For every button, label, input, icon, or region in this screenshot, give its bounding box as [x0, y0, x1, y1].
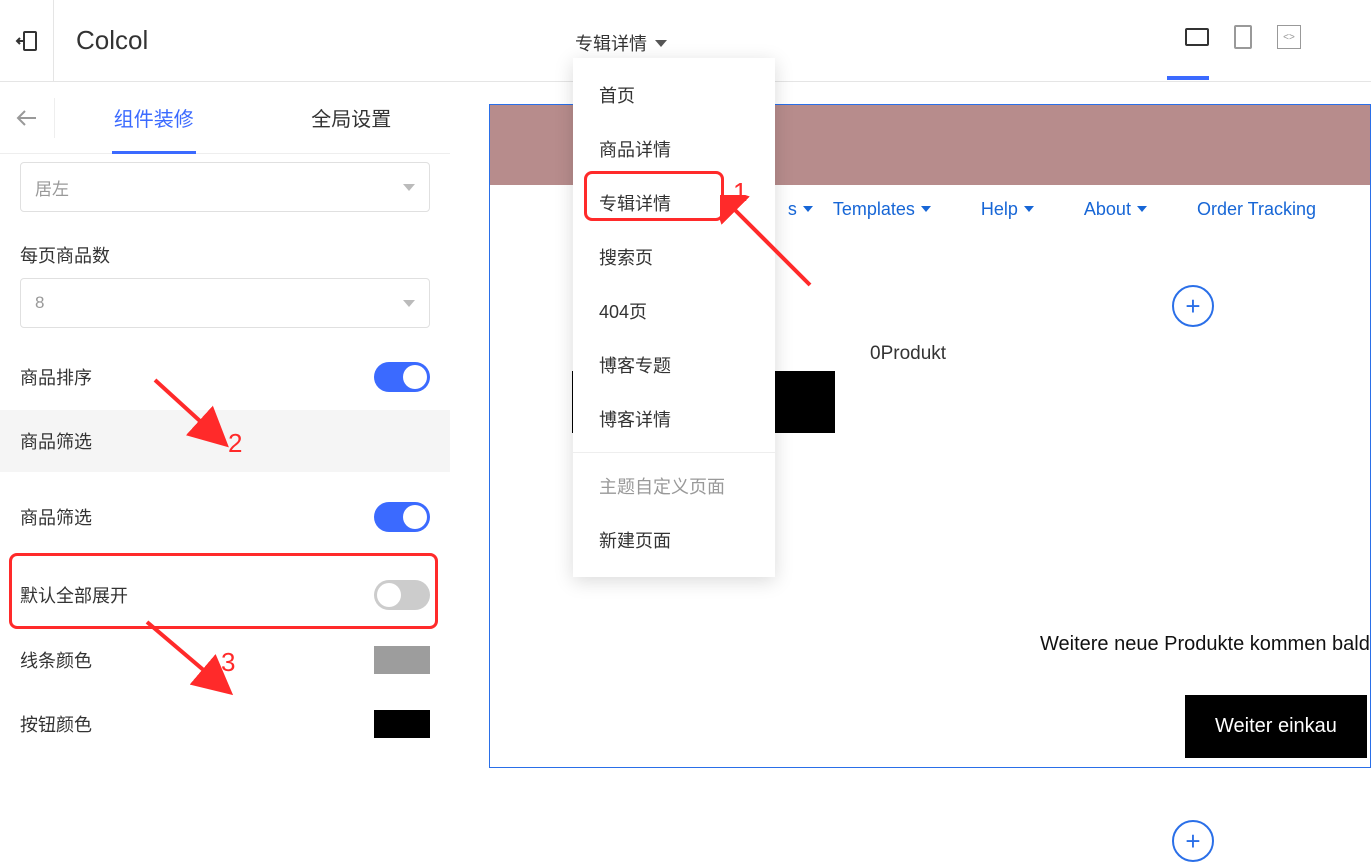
default-expand-label: 默认全部展开: [20, 582, 128, 608]
tablet-icon[interactable]: [1234, 25, 1252, 49]
coming-soon-text: Weitere neue Produkte kommen bald: [1040, 633, 1370, 656]
product-filter-toggle[interactable]: [374, 502, 430, 532]
tab-global[interactable]: 全局设置: [253, 103, 451, 132]
product-sort-row: 商品排序: [0, 344, 450, 410]
button-color-swatch[interactable]: [374, 710, 430, 738]
chevron-down-icon: [921, 206, 931, 212]
nav-item-chev[interactable]: s: [788, 199, 813, 220]
nav-item-templates[interactable]: Templates: [833, 199, 931, 220]
brand-label: Colcol: [76, 25, 148, 56]
dropdown-item-404[interactable]: 404页: [573, 284, 775, 338]
desktop-icon[interactable]: [1185, 28, 1209, 46]
dropdown-item-product-detail[interactable]: 商品详情: [573, 122, 775, 176]
nav-item-help[interactable]: Help: [981, 199, 1034, 220]
continue-shopping-button[interactable]: Weiter einkau: [1185, 695, 1367, 758]
line-color-label: 线条颜色: [20, 647, 92, 673]
dropdown-item-home[interactable]: 首页: [573, 68, 775, 122]
dropdown-item-album-detail[interactable]: 专辑详情: [573, 176, 775, 230]
per-page-select[interactable]: 8: [20, 278, 430, 328]
viewport-active-underline: [1167, 76, 1209, 80]
sidebar: 组件装修 全局设置 居左 每页商品数 8 商品排序 商品筛选 商品筛选 默认全部…: [0, 82, 450, 774]
product-filter-label: 商品筛选: [20, 504, 92, 530]
button-color-label: 按钮颜色: [20, 711, 92, 737]
page-dropdown: 首页 商品详情 专辑详情 搜索页 404页 博客专题 博客详情 主题自定义页面 …: [573, 58, 775, 577]
sidebar-tabs: 组件装修 全局设置: [55, 103, 450, 132]
chevron-down-icon: [403, 184, 415, 191]
dropdown-separator: [573, 452, 775, 453]
dropdown-item-search[interactable]: 搜索页: [573, 230, 775, 284]
chevron-down-icon: [803, 206, 813, 212]
dropdown-item-blog-topic[interactable]: 博客专题: [573, 338, 775, 392]
default-expand-row: 默认全部展开: [0, 562, 450, 628]
sidebar-header: 组件装修 全局设置: [0, 82, 450, 154]
chevron-down-icon: [403, 300, 415, 307]
per-page-label: 每页商品数: [20, 242, 430, 268]
chevron-down-icon: [1024, 206, 1034, 212]
exit-icon[interactable]: [0, 0, 54, 82]
product-sort-label: 商品排序: [20, 364, 92, 390]
code-icon[interactable]: <>: [1277, 25, 1301, 49]
tab-global-label: 全局设置: [311, 109, 391, 131]
add-section-button-bottom[interactable]: +: [1172, 820, 1214, 862]
page-selector-label: 专辑详情: [575, 30, 647, 56]
line-color-swatch[interactable]: [374, 646, 430, 674]
dropdown-item-new-page[interactable]: 新建页面: [573, 513, 775, 567]
line-color-row: 线条颜色: [0, 628, 450, 692]
dropdown-item-custom-page[interactable]: 主题自定义页面: [573, 459, 775, 513]
align-select[interactable]: 居左: [20, 162, 430, 212]
nav-item-tracking[interactable]: Order Tracking: [1197, 199, 1316, 220]
button-color-row: 按钮颜色: [0, 692, 450, 756]
dropdown-item-blog-detail[interactable]: 博客详情: [573, 392, 775, 446]
product-sort-toggle[interactable]: [374, 362, 430, 392]
filter-section-title-label: 商品筛选: [20, 428, 92, 454]
tab-components[interactable]: 组件装修: [55, 103, 253, 132]
align-select-value: 居左: [35, 175, 69, 200]
chevron-down-icon: [1137, 206, 1147, 212]
page-selector[interactable]: 专辑详情: [575, 30, 667, 56]
caret-down-icon: [655, 40, 667, 47]
product-count-label: 0Produkt: [870, 343, 946, 365]
default-expand-toggle[interactable]: [374, 580, 430, 610]
back-icon[interactable]: [0, 98, 55, 138]
per-page-value: 8: [35, 293, 44, 313]
product-filter-row: 商品筛选: [0, 472, 450, 562]
tab-components-label: 组件装修: [114, 109, 194, 131]
viewport-switcher: <>: [1185, 25, 1301, 49]
filter-section-title: 商品筛选: [0, 410, 450, 472]
nav-item-about[interactable]: About: [1084, 199, 1147, 220]
